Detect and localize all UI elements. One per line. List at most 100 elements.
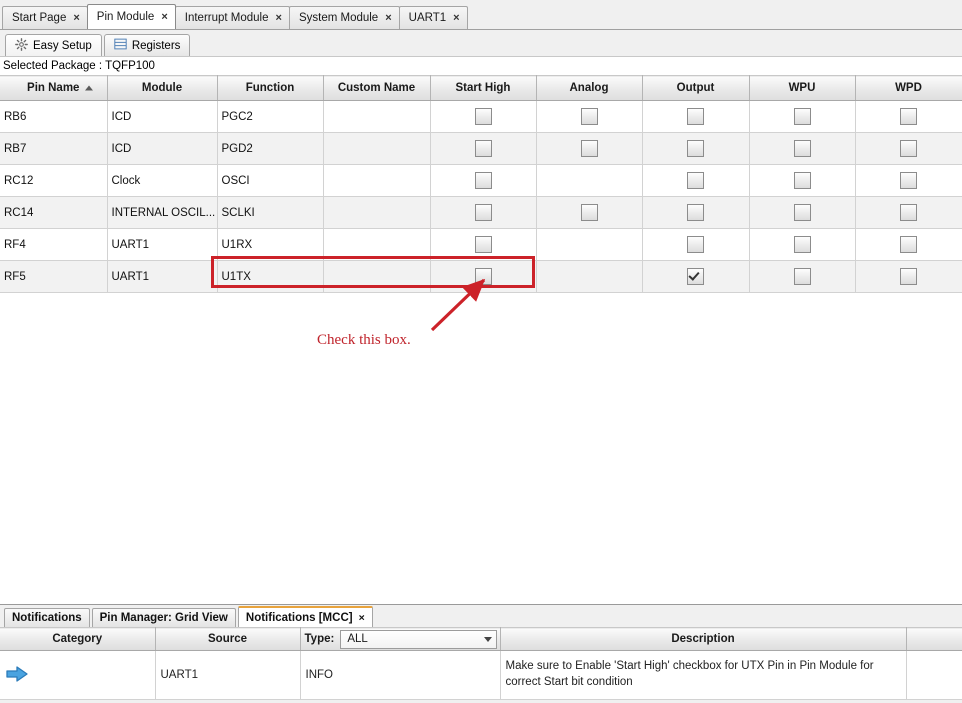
- wpd-checkbox[interactable]: [900, 236, 917, 253]
- table-row[interactable]: RC14 INTERNAL OSCIL... SCLKI: [0, 196, 962, 229]
- cell-custom-name[interactable]: [323, 228, 431, 261]
- close-icon[interactable]: ×: [73, 12, 79, 24]
- cell-wpd[interactable]: [855, 100, 962, 133]
- cell-start-high[interactable]: [430, 228, 537, 261]
- tab-label: Notifications: [12, 612, 82, 624]
- wpd-checkbox[interactable]: [900, 268, 917, 285]
- tab-notifications[interactable]: Notifications: [4, 608, 90, 627]
- tab-system-module[interactable]: System Module ×: [288, 6, 400, 29]
- column-header-output[interactable]: Output: [642, 75, 750, 101]
- type-filter-dropdown[interactable]: ALL: [340, 629, 497, 649]
- table-row[interactable]: RB6 ICD PGC2: [0, 100, 962, 133]
- analog-checkbox[interactable]: [580, 204, 598, 221]
- cell-wpu[interactable]: [749, 164, 856, 197]
- start-high-checkbox[interactable]: [474, 140, 492, 157]
- column-header-extra[interactable]: [906, 627, 962, 651]
- table-row[interactable]: RF4 UART1 U1RX: [0, 228, 962, 261]
- cell-wpu[interactable]: [749, 228, 856, 261]
- output-checkbox[interactable]: [687, 140, 704, 157]
- cell-output[interactable]: [642, 100, 750, 133]
- column-header-module[interactable]: Module: [107, 75, 218, 101]
- wpu-checkbox[interactable]: [793, 236, 811, 253]
- wpu-checkbox[interactable]: [793, 108, 811, 125]
- tab-pin-manager-grid-view[interactable]: Pin Manager: Grid View: [91, 608, 236, 627]
- column-header-category[interactable]: Category: [0, 627, 156, 651]
- analog-checkbox[interactable]: [580, 108, 598, 125]
- output-checkbox[interactable]: [687, 108, 704, 125]
- column-header-source[interactable]: Source: [155, 627, 301, 651]
- tab-registers[interactable]: Registers: [103, 34, 191, 56]
- wpd-checkbox[interactable]: [900, 108, 917, 125]
- type-filter-label: Type:: [304, 633, 335, 645]
- tab-pin-module[interactable]: Pin Module ×: [86, 4, 176, 29]
- cell-wpd[interactable]: [855, 260, 962, 293]
- cell-start-high[interactable]: [430, 100, 537, 133]
- cell-start-high[interactable]: [430, 196, 537, 229]
- cell-wpd[interactable]: [855, 228, 962, 261]
- wpu-checkbox[interactable]: [793, 268, 811, 285]
- start-high-checkbox[interactable]: [474, 172, 492, 189]
- cell-wpu[interactable]: [749, 196, 856, 229]
- column-header-description[interactable]: Description: [500, 627, 907, 651]
- close-icon[interactable]: ×: [359, 612, 365, 624]
- start-high-checkbox[interactable]: [474, 236, 492, 253]
- tab-interrupt-module[interactable]: Interrupt Module ×: [174, 6, 290, 29]
- column-header-start-high[interactable]: Start High: [430, 75, 537, 101]
- tab-start-page[interactable]: Start Page ×: [2, 6, 88, 29]
- table-row[interactable]: UART1 INFO Make sure to Enable 'Start Hi…: [0, 650, 962, 700]
- cell-start-high[interactable]: [430, 132, 537, 165]
- cell-function: PGD2: [217, 132, 324, 165]
- output-checkbox[interactable]: [687, 172, 704, 189]
- wpd-checkbox[interactable]: [900, 140, 917, 157]
- output-checkbox[interactable]: [687, 268, 704, 285]
- cell-output[interactable]: [642, 260, 750, 293]
- cell-wpu[interactable]: [749, 132, 856, 165]
- analog-checkbox[interactable]: [580, 140, 598, 157]
- cell-wpd[interactable]: [855, 196, 962, 229]
- cell-start-high[interactable]: [430, 164, 537, 197]
- start-high-checkbox[interactable]: [474, 204, 492, 221]
- column-header-analog[interactable]: Analog: [536, 75, 643, 101]
- cell-wpu[interactable]: [749, 260, 856, 293]
- close-icon[interactable]: ×: [276, 12, 282, 24]
- wpd-checkbox[interactable]: [900, 204, 917, 221]
- cell-custom-name[interactable]: [323, 260, 431, 293]
- cell-custom-name[interactable]: [323, 100, 431, 133]
- cell-output[interactable]: [642, 228, 750, 261]
- cell-output[interactable]: [642, 132, 750, 165]
- cell-custom-name[interactable]: [323, 196, 431, 229]
- start-high-checkbox[interactable]: [474, 108, 492, 125]
- start-high-checkbox[interactable]: [474, 268, 492, 285]
- column-header-pin-name[interactable]: Pin Name: [0, 75, 108, 101]
- cell-wpu[interactable]: [749, 100, 856, 133]
- close-icon[interactable]: ×: [453, 12, 459, 24]
- table-row[interactable]: RB7 ICD PGD2: [0, 132, 962, 165]
- output-checkbox[interactable]: [687, 236, 704, 253]
- column-header-wpd[interactable]: WPD: [855, 75, 962, 101]
- tab-easy-setup[interactable]: Easy Setup: [5, 34, 102, 56]
- cell-analog[interactable]: [536, 196, 643, 229]
- wpu-checkbox[interactable]: [793, 140, 811, 157]
- close-icon[interactable]: ×: [385, 12, 391, 24]
- tab-uart1[interactable]: UART1 ×: [398, 6, 468, 29]
- column-header-wpu[interactable]: WPU: [749, 75, 856, 101]
- close-icon[interactable]: ×: [161, 11, 167, 23]
- cell-wpd[interactable]: [855, 132, 962, 165]
- cell-wpd[interactable]: [855, 164, 962, 197]
- table-row[interactable]: RF5 UART1 U1TX: [0, 260, 962, 293]
- cell-analog[interactable]: [536, 100, 643, 133]
- cell-output[interactable]: [642, 196, 750, 229]
- output-checkbox[interactable]: [687, 204, 704, 221]
- cell-output[interactable]: [642, 164, 750, 197]
- cell-custom-name[interactable]: [323, 164, 431, 197]
- cell-custom-name[interactable]: [323, 132, 431, 165]
- wpu-checkbox[interactable]: [793, 204, 811, 221]
- cell-start-high[interactable]: [430, 260, 537, 293]
- column-header-custom-name[interactable]: Custom Name: [323, 75, 431, 101]
- cell-analog[interactable]: [536, 132, 643, 165]
- wpd-checkbox[interactable]: [900, 172, 917, 189]
- table-row[interactable]: RC12 Clock OSCI: [0, 164, 962, 197]
- tab-notifications-mcc[interactable]: Notifications [MCC] ×: [237, 606, 373, 627]
- column-header-function[interactable]: Function: [217, 75, 324, 101]
- wpu-checkbox[interactable]: [793, 172, 811, 189]
